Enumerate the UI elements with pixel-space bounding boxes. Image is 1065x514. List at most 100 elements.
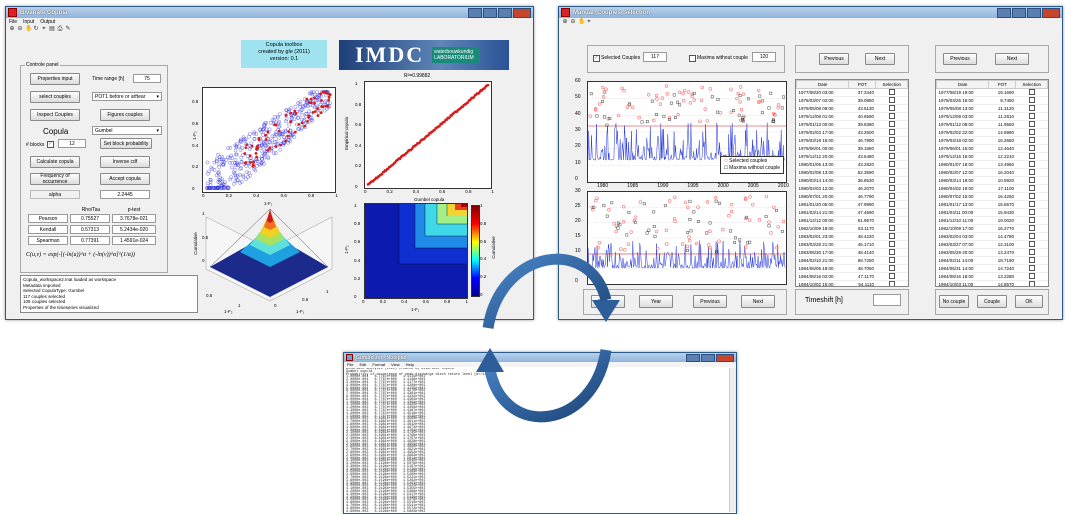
table-row[interactable]: 1980/04/02 19:00 17.1100: [936, 184, 1048, 193]
selection-checkbox[interactable]: [1028, 225, 1035, 231]
notepad-text-area[interactable]: Bivariate analysis (2011) created by Biv…: [346, 368, 726, 512]
timeseries-plot-secondary[interactable]: [587, 191, 787, 285]
table-row[interactable]: 1980/01/07 18:00 13.4960: [936, 160, 1048, 169]
table-row[interactable]: 1980/04/03 12:00 46.2070: [796, 184, 908, 193]
table-row[interactable]: 1979/12/08 03:00 11.2810: [936, 112, 1048, 121]
table-row[interactable]: 1979/03/18 16:00 46.7990: [796, 136, 908, 145]
menu-view[interactable]: View: [391, 362, 400, 367]
close-button[interactable]: [513, 7, 531, 18]
table-row[interactable]: 1980/01/05 13:00 43.2820: [796, 160, 908, 169]
selection-checkbox[interactable]: [888, 281, 895, 286]
table-row[interactable]: 1979/05/08 13:00 11.3120: [936, 104, 1048, 113]
copula-type-dropdown[interactable]: Gumbel ▾: [92, 126, 162, 135]
table-row[interactable]: 1979/12/16 16:00 12.2210: [936, 152, 1048, 161]
selected-couples-checkbox[interactable]: ✓: [593, 55, 600, 62]
selection-checkbox[interactable]: [1028, 97, 1035, 103]
next-button-1[interactable]: Next: [865, 53, 895, 65]
selection-checkbox[interactable]: [888, 113, 895, 119]
datacursor-icon[interactable]: ⌖: [41, 26, 47, 32]
table-row[interactable]: 1979/02/03 17:00 43.2500: [796, 128, 908, 137]
selection-checkbox[interactable]: [1028, 281, 1035, 286]
previous-button-2[interactable]: Previous: [943, 53, 977, 65]
selection-checkbox[interactable]: [888, 225, 895, 231]
table-row[interactable]: 1983/03/27 07:00 12.3100: [936, 240, 1048, 249]
table-row[interactable]: 1980/02/08 13:00 52.3590: [796, 168, 908, 177]
menu-input[interactable]: Input: [23, 19, 34, 25]
table-row[interactable]: 1979/05/08 09:00 43.5130: [796, 104, 908, 113]
selection-checkbox[interactable]: [1028, 233, 1035, 239]
inverse-cdf-button[interactable]: Inverse cdf: [100, 156, 150, 168]
blocks-input[interactable]: 12: [58, 139, 86, 148]
table-row[interactable]: 1978/03/07 02:00 39.0850: [796, 96, 908, 105]
table-row[interactable]: 1981/12/10 11:00 19.0020: [936, 216, 1048, 225]
pan-icon[interactable]: ✋: [25, 26, 32, 32]
selection-checkbox[interactable]: [1028, 193, 1035, 199]
minimize-button[interactable]: [686, 353, 700, 362]
menu-file[interactable]: File: [9, 19, 17, 25]
surface-plot[interactable]: [192, 203, 342, 309]
dock-button[interactable]: [997, 7, 1011, 18]
selection-checkbox[interactable]: [888, 105, 895, 111]
selection-checkbox[interactable]: [888, 145, 895, 151]
selection-checkbox[interactable]: [888, 217, 895, 223]
selection-checkbox[interactable]: [888, 265, 895, 271]
table-row[interactable]: 1982/10/09 18:00 53.1170: [796, 224, 908, 233]
selection-checkbox[interactable]: [888, 209, 895, 215]
table-row[interactable]: 1979/06/01 00:00 39.1680: [796, 144, 908, 153]
selection-checkbox[interactable]: [1028, 217, 1035, 223]
calculate-copula-button[interactable]: Calculate copula: [30, 156, 80, 168]
selection-checkbox[interactable]: [1028, 265, 1035, 271]
set-block-probability-button[interactable]: Set block probability: [100, 138, 152, 149]
table-row[interactable]: 1981/12/12 00:00 61.9570: [796, 216, 908, 225]
pot-selection-dropdown[interactable]: POT1 before or arftear ▾: [92, 92, 162, 101]
zoom-in-icon[interactable]: ⊕: [562, 19, 568, 25]
menu-file[interactable]: File: [347, 362, 353, 367]
dock-button[interactable]: [468, 7, 482, 18]
table-row[interactable]: 1984/10/03 11:00 14.8570: [936, 280, 1048, 286]
properties-input-button[interactable]: Properties input: [30, 73, 80, 85]
table-row[interactable]: 1979/12/12 20:00 43.6480: [796, 152, 908, 161]
selection-checkbox[interactable]: [1028, 105, 1035, 111]
selection-checkbox[interactable]: [1028, 89, 1035, 95]
selection-checkbox[interactable]: [1028, 185, 1035, 191]
figures-couples-button[interactable]: Figures couples: [100, 109, 150, 121]
table-row[interactable]: 1983/03/28 21:00 45.1710: [796, 240, 908, 249]
table-row[interactable]: 1977/08/19 19:00 19.1690: [936, 88, 1048, 97]
heatmap-plot[interactable]: [364, 203, 468, 299]
table-row[interactable]: 1978/03/26 16:00 9.7450: [936, 96, 1048, 105]
timeshift-input[interactable]: [873, 294, 901, 306]
selection-checkbox[interactable]: [1028, 121, 1035, 127]
rotate-icon[interactable]: ↻: [33, 26, 39, 32]
edit-icon[interactable]: ✎: [65, 26, 71, 32]
table-row[interactable]: 1984/10/02 16:00 54.1110: [796, 280, 908, 286]
zoom-in-icon[interactable]: ⊕: [9, 26, 15, 32]
menu-edit[interactable]: Edit: [359, 362, 366, 367]
selection-checkbox[interactable]: [888, 257, 895, 263]
selection-checkbox[interactable]: [1028, 129, 1035, 135]
table-row[interactable]: 1981/01/20 05:00 47.9990: [796, 200, 908, 209]
minimize-button[interactable]: [483, 7, 497, 18]
table-row[interactable]: 1979/03/18 02:00 16.2650: [936, 136, 1048, 145]
selection-checkbox[interactable]: [888, 153, 895, 159]
selection-checkbox[interactable]: [888, 169, 895, 175]
table-row[interactable]: 1979/06/01 15:00 12.4640: [936, 144, 1048, 153]
frequency-button[interactable]: Frequency of occurrence: [30, 173, 80, 185]
table-row[interactable]: 1982/10/09 17:00 16.2770: [936, 224, 1048, 233]
selection-checkbox[interactable]: [888, 233, 895, 239]
menu-format[interactable]: Format: [372, 362, 385, 367]
overview-button[interactable]: Overview: [591, 295, 625, 308]
table-row[interactable]: 1984/02/10 21:00 68.7250: [796, 256, 908, 265]
previous-button-bottom[interactable]: Previous: [693, 295, 727, 308]
maximize-button[interactable]: [701, 353, 715, 362]
table-row[interactable]: 1979/02/02 22:00 14.5980: [936, 128, 1048, 137]
selection-checkbox[interactable]: [888, 89, 895, 95]
pan-icon[interactable]: ✋: [578, 19, 585, 25]
selection-checkbox[interactable]: [1028, 153, 1035, 159]
maximize-button[interactable]: [1027, 7, 1041, 18]
maxima-checkbox[interactable]: [689, 55, 696, 62]
selection-checkbox[interactable]: [1028, 145, 1035, 151]
menu-help[interactable]: Help: [406, 362, 414, 367]
table-row[interactable]: 1980/03/14 14:00 36.8530: [796, 176, 908, 185]
selection-checkbox[interactable]: [888, 161, 895, 167]
couple-button[interactable]: Couple: [977, 295, 1007, 308]
